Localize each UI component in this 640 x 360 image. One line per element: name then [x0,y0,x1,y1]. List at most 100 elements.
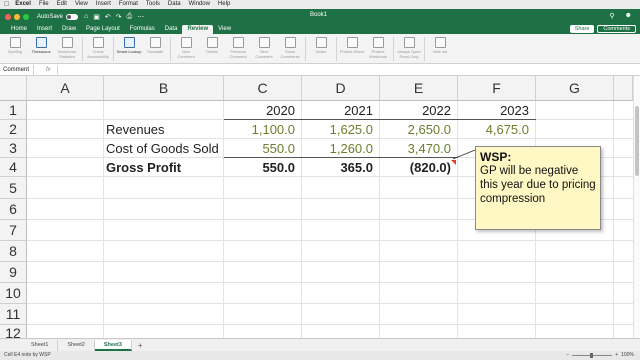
close-window-icon[interactable] [5,13,11,20]
autosave-toggle[interactable] [66,13,79,20]
menu-view[interactable]: View [75,0,88,9]
cell-note-popup[interactable]: WSP: GP will be negative this year due t… [475,146,601,230]
minimize-window-icon[interactable] [14,13,20,20]
show-comments-button[interactable]: Show Comments [277,34,303,64]
column-header-a[interactable]: A [27,76,104,101]
column-header-d[interactable]: D [302,76,380,101]
search-icon[interactable]: ⚲ [609,12,614,20]
tab-data[interactable]: Data [160,25,183,34]
tab-view[interactable]: View [213,25,236,34]
menu-insert[interactable]: Insert [96,0,111,9]
protect-sheet-button[interactable]: Protect Sheet [339,34,365,64]
notes-button[interactable]: Notes [308,34,334,64]
smart-lookup-button[interactable]: Smart Lookup [116,34,142,64]
undo-icon[interactable]: ↶ [105,13,111,21]
tab-home[interactable]: Home [6,25,32,34]
cell-d1-year[interactable]: 2021 [302,101,380,120]
sheet-tab-sheet1[interactable]: Sheet1 [22,339,59,351]
cell-b3-cogs-label[interactable]: Cost of Goods Sold [106,139,224,158]
hide-ink-button[interactable]: Hide Ink [427,34,453,64]
previous-comment-button[interactable]: Previous Comment [225,34,251,64]
cell-d3-cogs[interactable]: 1,260.0 [302,139,380,158]
redo-icon[interactable]: ↷ [116,13,122,21]
more-icon[interactable]: ⋯ [137,13,144,21]
cell-f2-revenue[interactable]: 4,675.0 [458,120,536,139]
tab-insert[interactable]: Insert [32,25,57,34]
zoom-in-icon[interactable]: + [615,351,618,360]
column-header-f[interactable]: F [458,76,536,101]
thesaurus-button[interactable]: Thesaurus [28,34,54,64]
row-header-1[interactable]: 1 [0,101,27,120]
scrollbar-thumb[interactable] [635,106,639,176]
sheet-tab-sheet2[interactable]: Sheet2 [58,339,95,351]
comments-button[interactable]: Comments [597,25,636,33]
save-icon[interactable]: ▣ [93,13,100,21]
check-accessibility-button[interactable]: Check Accessibility [85,34,111,64]
cell-c4-gross-profit[interactable]: 550.0 [224,158,302,177]
menu-file[interactable]: File [39,0,49,9]
share-button[interactable]: Share [569,25,595,33]
cell-e4-gross-profit[interactable]: (820.0) [380,158,458,177]
protect-workbook-button[interactable]: Protect Workbook [365,34,391,64]
home-icon[interactable]: ⌂ [84,13,88,21]
row-header-7[interactable]: 7 [0,220,27,241]
menu-data[interactable]: Data [168,0,181,9]
column-header-g[interactable]: G [536,76,614,101]
print-icon[interactable]: ⎙ [127,13,133,21]
delete-comment-button[interactable]: Delete [199,34,225,64]
new-comment-button[interactable]: New Comment [173,34,199,64]
apple-icon[interactable]:  [4,0,9,9]
cell-d4-gross-profit[interactable]: 365.0 [302,158,380,177]
tab-review[interactable]: Review [182,25,214,34]
spelling-button[interactable]: Spelling [2,34,28,64]
add-sheet-button[interactable]: + [138,341,143,350]
row-header-3[interactable]: 3 [0,139,27,158]
sheet-tab-sheet3[interactable]: Sheet3 [94,339,132,351]
cell-b2-revenues-label[interactable]: Revenues [106,120,224,139]
cell-b4-gross-profit-label[interactable]: Gross Profit [106,158,224,177]
row-header-11[interactable]: 11 [0,304,27,325]
cell-e1-year[interactable]: 2022 [380,101,458,120]
account-icon[interactable]: ☻ [625,12,632,20]
cell-e2-revenue[interactable]: 2,650.0 [380,120,458,139]
menu-edit[interactable]: Edit [57,0,67,9]
menu-help[interactable]: Help [218,0,230,9]
tab-formulas[interactable]: Formulas [125,25,160,34]
zoom-window-icon[interactable] [23,13,29,20]
name-box[interactable]: Comment [0,64,34,75]
vertical-scrollbar[interactable] [633,76,640,338]
always-open-read-only-button[interactable]: Always Open Read-Only [396,34,422,64]
accessibility-icon [92,37,104,48]
row-header-10[interactable]: 10 [0,283,27,304]
row-header-12[interactable]: 12 [0,325,27,338]
fx-icon[interactable]: fx [46,67,51,73]
next-comment-button[interactable]: Next Comment [251,34,277,64]
menu-format[interactable]: Format [119,0,138,9]
cell-c3-cogs[interactable]: 550.0 [224,139,302,158]
row-header-5[interactable]: 5 [0,177,27,199]
cell-c1-year[interactable]: 2020 [224,101,302,120]
column-header-c[interactable]: C [224,76,302,101]
translate-button[interactable]: Translate [142,34,168,64]
row-header-9[interactable]: 9 [0,262,27,283]
row-header-2[interactable]: 2 [0,120,27,139]
select-all-corner[interactable] [0,76,27,101]
column-header-b[interactable]: B [104,76,224,101]
menu-tools[interactable]: Tools [146,0,160,9]
row-header-6[interactable]: 6 [0,199,27,220]
cell-c2-revenue[interactable]: 1,100.0 [224,120,302,139]
zoom-slider[interactable] [572,353,613,358]
zoom-out-icon[interactable]: − [566,351,569,360]
menu-window[interactable]: Window [189,0,210,9]
cell-e3-cogs[interactable]: 3,470.0 [380,139,458,158]
column-header-e[interactable]: E [380,76,458,101]
row-header-4[interactable]: 4 [0,158,27,177]
cell-d2-revenue[interactable]: 1,625.0 [302,120,380,139]
row-header-8[interactable]: 8 [0,241,27,262]
tab-draw[interactable]: Draw [57,25,81,34]
workbook-statistics-button[interactable]: Workbook Statistics [54,34,80,64]
note-indicator-icon[interactable] [451,160,456,165]
tab-page-layout[interactable]: Page Layout [81,25,125,34]
cell-f1-year[interactable]: 2023 [458,101,536,120]
menu-app[interactable]: Excel [15,0,31,9]
